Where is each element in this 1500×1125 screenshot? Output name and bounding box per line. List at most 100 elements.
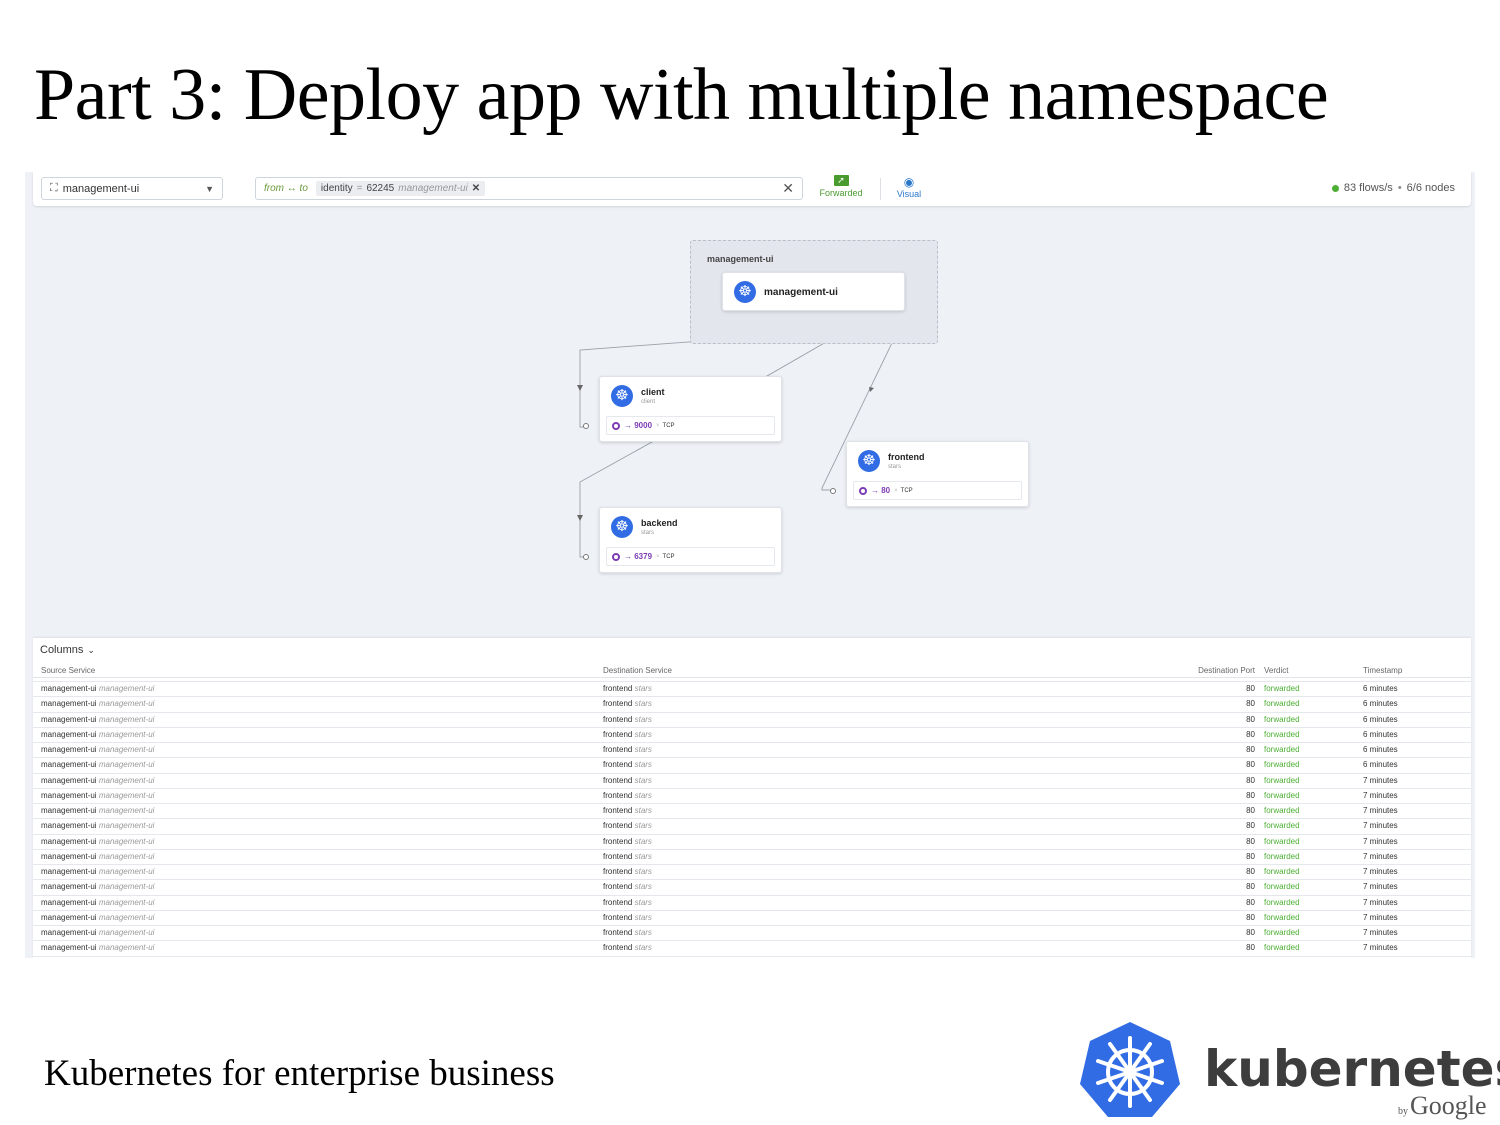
cell-source: management-ui management-ui xyxy=(41,729,155,739)
header-timestamp[interactable]: Timestamp xyxy=(1363,666,1402,675)
cell-source: management-ui management-ui xyxy=(41,943,155,953)
filter-direction[interactable]: from ↔ to xyxy=(264,183,308,194)
cell-port: 80 xyxy=(1246,745,1255,754)
cell-verdict: forwarded xyxy=(1264,912,1300,922)
cell-timestamp: 6 minutes xyxy=(1363,729,1398,739)
table-row[interactable]: management-ui management-ui frontend star… xyxy=(33,743,1471,759)
service-title: backend xyxy=(641,518,678,528)
visual-button[interactable]: ◉ Visual xyxy=(879,175,939,199)
cell-source: management-ui management-ui xyxy=(41,790,155,800)
cell-timestamp: 6 minutes xyxy=(1363,745,1398,754)
port-row[interactable]: → 9000 × TCP xyxy=(606,416,775,435)
cell-destination: frontend stars xyxy=(603,684,652,693)
flow-filter-input[interactable]: from ↔ to identity = 62245 management-ui… xyxy=(255,177,803,200)
cell-timestamp: 6 minutes xyxy=(1363,684,1398,693)
edge-arrow xyxy=(869,387,874,392)
filter-tag[interactable]: identity = 62245 management-ui ✕ xyxy=(315,181,486,196)
port-icon xyxy=(859,486,867,495)
cell-destination: frontend stars xyxy=(603,836,652,846)
cell-source: management-ui management-ui xyxy=(41,882,155,892)
header-destination[interactable]: Destination Service xyxy=(603,666,672,675)
filter-tag-eq: = xyxy=(356,183,363,194)
clear-filter-icon[interactable]: ✕ xyxy=(782,180,794,197)
table-row[interactable]: management-ui management-ui frontend star… xyxy=(33,941,1471,957)
port-icon xyxy=(612,421,620,430)
port-icon xyxy=(612,552,620,561)
remove-tag-icon[interactable]: ✕ xyxy=(472,183,480,194)
forwarded-icon: ➚ xyxy=(833,175,849,186)
forwarded-button[interactable]: ➚ Forwarded xyxy=(811,175,871,198)
table-row[interactable]: management-ui management-ui frontend star… xyxy=(33,728,1471,743)
table-row[interactable]: management-ui management-ui frontend star… xyxy=(33,804,1471,820)
table-row[interactable]: management-ui management-ui frontend star… xyxy=(33,880,1471,896)
table-row[interactable]: management-ui management-ui frontend star… xyxy=(33,774,1471,789)
port-row[interactable]: → 80 × TCP xyxy=(853,481,1022,500)
cell-source: management-ui management-ui xyxy=(41,851,155,861)
status-separator: • xyxy=(1397,182,1402,194)
cell-source: management-ui management-ui xyxy=(41,760,155,770)
namespace-value: management-ui xyxy=(62,182,140,195)
columns-button[interactable]: Columns ⌄ xyxy=(40,644,95,656)
cell-timestamp: 7 minutes xyxy=(1363,821,1398,831)
cell-source: management-ui management-ui xyxy=(41,806,155,815)
service-card-client[interactable]: ☸ client client → 9000 × TCP xyxy=(599,376,782,442)
filter-tag-key: identity xyxy=(320,183,353,194)
port-protocol: TCP xyxy=(900,487,913,494)
table-row[interactable]: management-ui management-ui frontend star… xyxy=(33,850,1471,865)
table-row[interactable]: management-ui management-ui frontend star… xyxy=(33,758,1471,774)
cell-timestamp: 7 minutes xyxy=(1363,775,1398,785)
cell-destination: frontend stars xyxy=(603,851,652,861)
header-port[interactable]: Destination Port xyxy=(1173,666,1255,675)
cell-timestamp: 6 minutes xyxy=(1363,714,1398,724)
cell-source: management-ui management-ui xyxy=(41,684,155,693)
status-dot-icon xyxy=(1331,184,1339,192)
port-row[interactable]: → 6379 × TCP xyxy=(606,547,775,566)
cell-verdict: forwarded xyxy=(1264,943,1300,953)
edge-arrow xyxy=(577,515,583,521)
table-row[interactable]: management-ui management-ui frontend star… xyxy=(33,682,1471,698)
table-row[interactable]: management-ui management-ui frontend star… xyxy=(33,819,1471,835)
table-row[interactable]: management-ui management-ui frontend star… xyxy=(33,835,1471,850)
service-card-management-ui[interactable]: ☸ management-ui xyxy=(722,272,905,311)
kubernetes-icon: ☸ xyxy=(611,385,633,407)
cell-verdict: forwarded xyxy=(1264,790,1300,800)
table-row[interactable]: management-ui management-ui frontend star… xyxy=(33,789,1471,804)
cell-port: 80 xyxy=(1246,790,1255,800)
cell-port: 80 xyxy=(1246,760,1255,770)
table-row[interactable]: management-ui management-ui frontend star… xyxy=(33,911,1471,926)
cell-verdict: forwarded xyxy=(1264,699,1300,709)
cell-timestamp: 7 minutes xyxy=(1363,851,1398,861)
cell-destination: frontend stars xyxy=(603,867,652,876)
flows-table: Columns ⌄ Source Service Destination Serv… xyxy=(33,638,1471,958)
cell-verdict: forwarded xyxy=(1264,806,1300,815)
service-card-backend[interactable]: ☸ backend stars → 6379 × TCP xyxy=(599,507,782,573)
top-toolbar: ⛶ management-ui ▼ from ↔ to identity = 6… xyxy=(33,172,1471,206)
service-namespace: client xyxy=(641,399,656,405)
service-card-frontend[interactable]: ☸ frontend stars → 80 × TCP xyxy=(846,441,1029,507)
slide-title: Part 3: Deploy app with multiple namespa… xyxy=(34,54,1329,136)
port-sep: × xyxy=(894,487,898,494)
table-row[interactable]: management-ui management-ui frontend star… xyxy=(33,865,1471,881)
cell-port: 80 xyxy=(1246,729,1255,739)
table-row[interactable]: management-ui management-ui frontend star… xyxy=(33,926,1471,942)
table-body: management-ui management-ui frontend star… xyxy=(33,678,1471,957)
cell-destination: frontend stars xyxy=(603,912,652,922)
cell-destination: frontend stars xyxy=(603,806,652,815)
table-row[interactable]: management-ui management-ui frontend star… xyxy=(33,896,1471,911)
table-row[interactable]: management-ui management-ui frontend star… xyxy=(33,697,1471,713)
cell-source: management-ui management-ui xyxy=(41,775,155,785)
port-sep: × xyxy=(656,553,660,560)
table-row[interactable]: management-ui management-ui frontend star… xyxy=(33,713,1471,728)
cell-port: 80 xyxy=(1246,775,1255,785)
cell-port: 80 xyxy=(1246,821,1255,831)
namespace-select[interactable]: ⛶ management-ui ▼ xyxy=(41,177,223,200)
cell-verdict: forwarded xyxy=(1264,882,1300,892)
header-source[interactable]: Source Service xyxy=(41,666,95,675)
kubernetes-wordmark: kubernetes xyxy=(1204,1040,1500,1098)
cell-verdict: forwarded xyxy=(1264,684,1300,693)
cell-destination: frontend stars xyxy=(603,714,652,724)
cell-timestamp: 7 minutes xyxy=(1363,790,1398,800)
cell-port: 80 xyxy=(1246,943,1255,953)
cell-source: management-ui management-ui xyxy=(41,912,155,922)
header-verdict[interactable]: Verdict xyxy=(1264,666,1288,675)
